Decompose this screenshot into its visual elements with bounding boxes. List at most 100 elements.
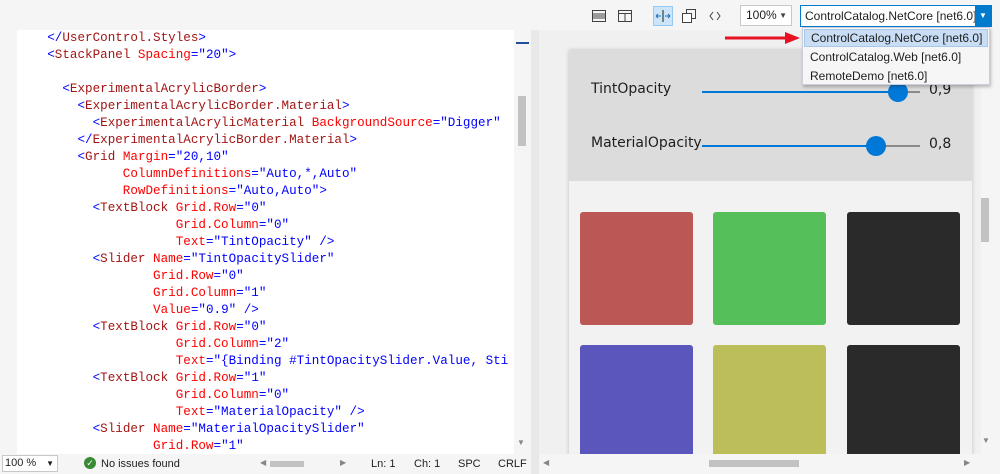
code-token: Text (17, 354, 206, 368)
target-project-dropdown: ControlCatalog.NetCore [net6.0] ControlC… (802, 27, 990, 85)
code-line: <ExperimentalAcrylicBorder> (17, 81, 508, 98)
design-preview: TintOpacity 0,9 MaterialOpacity 0,8 (539, 30, 981, 454)
target-project-value: ControlCatalog.NetCore [net6.0] (805, 9, 977, 23)
code-token: Name (145, 252, 184, 266)
slider-fill (702, 91, 899, 93)
tint-opacity-slider[interactable] (702, 82, 920, 102)
code-line: <ExperimentalAcrylicBorder.Material> (17, 98, 508, 115)
slider-thumb[interactable] (866, 136, 887, 156)
slider-fill (702, 145, 877, 147)
code-line: <TextBlock Grid.Row="1" (17, 370, 508, 387)
code-token: "20,10" (175, 150, 229, 164)
popout-icon[interactable] (679, 6, 699, 26)
scroll-right-icon[interactable]: ▶ (340, 458, 346, 467)
code-token: < (17, 82, 70, 96)
code-token: "Auto,Auto" (236, 184, 320, 198)
code-token: Grid (85, 150, 116, 164)
code-token: < (17, 371, 101, 385)
code-line: </UserControl.Styles> (17, 30, 508, 47)
code-token: "0" (266, 218, 290, 232)
code-token: "2" (266, 337, 290, 351)
scroll-down-icon[interactable]: ▼ (517, 438, 525, 447)
dropdown-option[interactable]: ControlCatalog.Web [net6.0] (804, 48, 988, 66)
editor-zoom-select[interactable]: 100 % ▼ (2, 455, 58, 472)
dropdown-option[interactable]: ControlCatalog.NetCore [net6.0] (804, 29, 988, 47)
code-token: Grid.Row (168, 320, 237, 334)
code-token: = (183, 422, 191, 436)
code-token: "MaterialOpacitySlider" (190, 422, 365, 436)
code-token: "1" (221, 439, 244, 453)
editor-vertical-scrollbar[interactable]: ▼ (514, 30, 531, 454)
scrollbar-thumb[interactable] (981, 198, 989, 242)
color-swatch (713, 212, 826, 325)
code-token: = (236, 371, 244, 385)
code-token: ExperimentalAcrylicMaterial (100, 116, 305, 130)
whitespace-mode[interactable]: SPC (458, 457, 481, 471)
code-token: > (228, 48, 237, 62)
code-token: "MaterialOpacity" (213, 405, 342, 419)
line-ending-mode[interactable]: CRLF (498, 457, 527, 471)
xml-code-icon[interactable] (705, 6, 725, 26)
line-number[interactable]: Ln: 1 (371, 457, 395, 471)
dropdown-option[interactable]: RemoteDemo [net6.0] (804, 67, 988, 85)
code-token: < (17, 252, 101, 266)
code-token: > (258, 82, 267, 96)
scroll-right-icon[interactable]: ▶ (964, 458, 970, 467)
code-line: <Slider Name="MaterialOpacitySlider" (17, 421, 508, 438)
code-line: Grid.Row="1" (17, 438, 508, 454)
scrollbar-thumb[interactable] (709, 460, 799, 467)
scroll-left-icon[interactable]: ◀ (543, 458, 549, 467)
xaml-code-editor[interactable]: </UserControl.Styles> <StackPanel Spacin… (17, 30, 514, 454)
swap-panes-icon[interactable] (653, 6, 673, 26)
code-token: Grid.Row (17, 439, 214, 453)
code-line: <ExperimentalAcrylicMaterial BackgroundS… (17, 115, 508, 132)
color-swatch (580, 345, 693, 454)
code-line: <Grid Margin="20,10" (17, 149, 508, 166)
code-token: Grid.Column (17, 286, 237, 300)
issues-status[interactable]: No issues found (101, 457, 180, 471)
code-token: Slider (100, 252, 146, 266)
color-swatch (580, 212, 693, 325)
code-token: ColumnDefinitions (17, 167, 252, 181)
ide-window: 100% ▼ ControlCatalog.NetCore [net6.0] ▼… (0, 0, 1000, 474)
editor-horizontal-scrollbar[interactable]: ◀ ▶ (260, 458, 350, 470)
target-project-combo[interactable]: ControlCatalog.NetCore [net6.0] ▼ (800, 5, 992, 27)
code-token: = (251, 167, 259, 181)
code-token: = (236, 320, 244, 334)
code-token: </ (17, 31, 63, 45)
preview-vertical-scrollbar[interactable]: ▼ (981, 30, 1000, 454)
code-token: TextBlock (100, 320, 169, 334)
code-token: "0" (266, 388, 290, 402)
slider-thumb[interactable] (888, 82, 909, 102)
scrollbar-thumb[interactable] (270, 461, 304, 467)
scroll-down-icon[interactable]: ▼ (982, 436, 990, 445)
code-token: "0" (243, 320, 267, 334)
code-token: < (17, 150, 86, 164)
scrollbar-thumb[interactable] (518, 96, 526, 146)
code-token: StackPanel (54, 48, 131, 62)
preview-window: TintOpacity 0,9 MaterialOpacity 0,8 (569, 50, 972, 454)
code-line: Text="{Binding #TintOpacitySlider.Value,… (17, 353, 509, 370)
code-token: Grid.Row (168, 371, 237, 385)
preview-horizontal-scrollbar[interactable]: ◀ ▶ (539, 454, 981, 474)
code-token: ExperimentalAcrylicBorder (69, 82, 259, 96)
split-vertical-icon[interactable] (615, 6, 635, 26)
editor-gutter (0, 30, 17, 454)
code-token: < (17, 99, 86, 113)
chevron-down-icon: ▼ (46, 459, 54, 468)
pane-splitter[interactable] (531, 30, 539, 474)
chevron-down-icon[interactable]: ▼ (975, 6, 991, 26)
zoom-select[interactable]: 100% ▼ (740, 5, 792, 26)
code-token: < (17, 422, 101, 436)
split-horizontal-icon[interactable] (589, 6, 609, 26)
code-token: = (236, 201, 244, 215)
code-token: Grid.Column (17, 337, 259, 351)
column-number[interactable]: Ch: 1 (414, 457, 440, 471)
code-token: TextBlock (100, 371, 169, 385)
material-opacity-value: 0,8 (929, 136, 952, 152)
material-opacity-slider[interactable] (702, 136, 920, 156)
code-token: "TintOpacitySlider" (190, 252, 335, 266)
scroll-left-icon[interactable]: ◀ (260, 458, 266, 467)
code-token: TextBlock (100, 201, 169, 215)
